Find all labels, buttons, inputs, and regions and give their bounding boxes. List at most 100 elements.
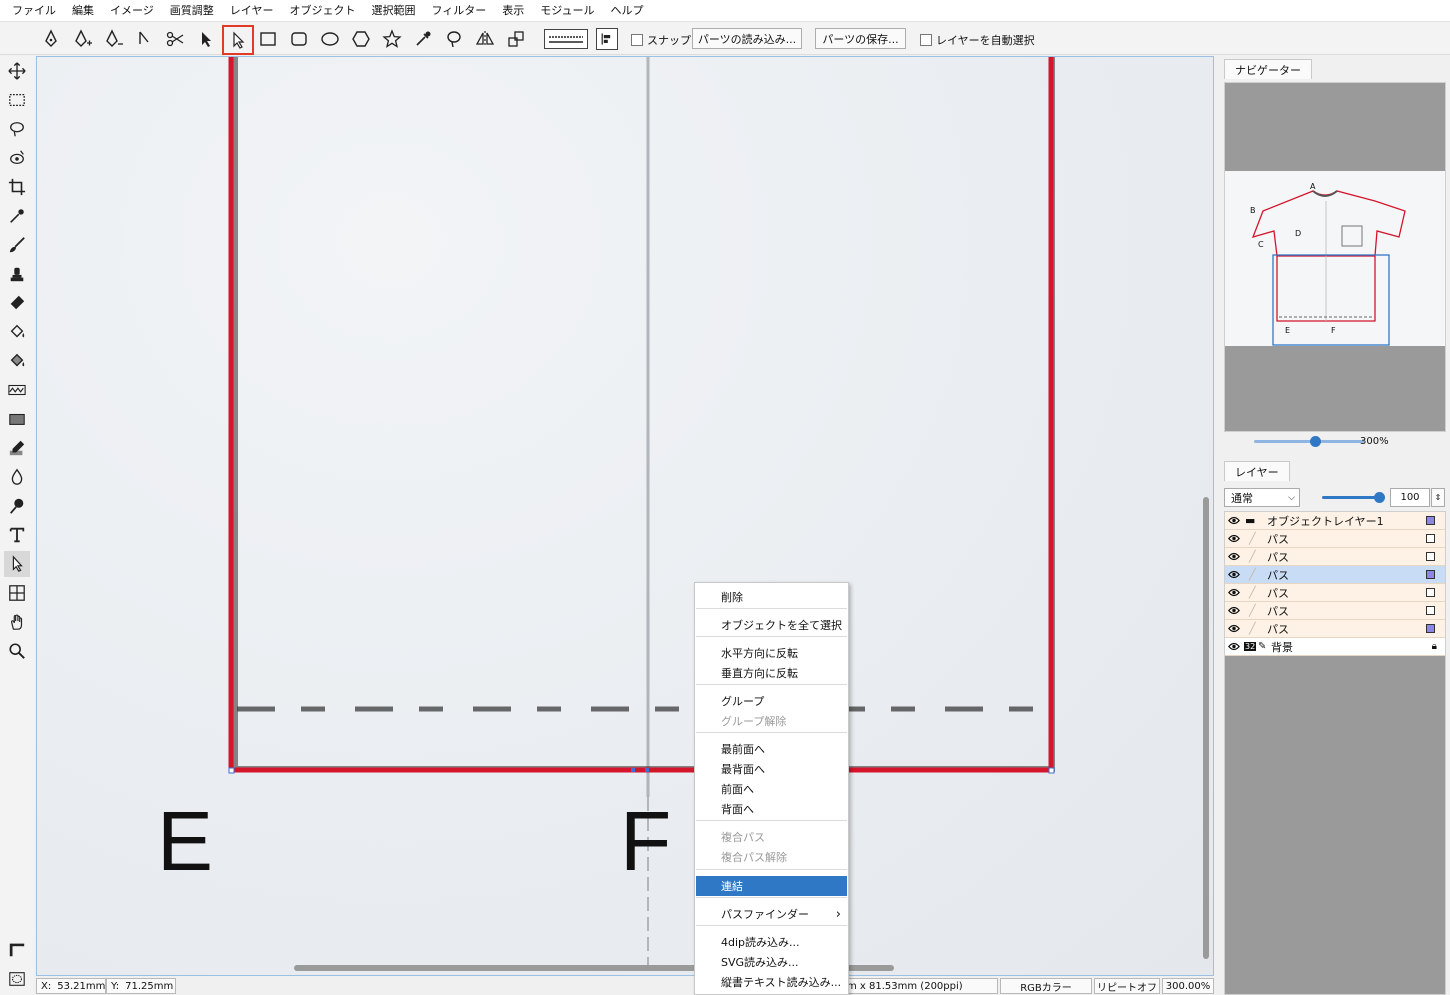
- load-parts-button[interactable]: パーツの読み込み...: [692, 28, 802, 49]
- layer-row-path[interactable]: ╱ パス: [1225, 584, 1445, 602]
- layer-color-swatch[interactable]: [1426, 624, 1435, 633]
- bucket-icon[interactable]: [4, 319, 30, 345]
- layer-row-path[interactable]: ╱ パス: [1225, 566, 1445, 584]
- menu-item-send-backward[interactable]: 背面へ: [696, 799, 847, 819]
- menu-item-join[interactable]: 連結: [696, 876, 847, 896]
- grid-transform-icon[interactable]: [4, 580, 30, 606]
- menu-item-load-4dip[interactable]: 4dip読み込み...: [696, 932, 847, 952]
- menu-selection[interactable]: 選択範囲: [363, 0, 423, 22]
- menu-item-release-compound-path[interactable]: 複合パス解除: [696, 847, 847, 867]
- menu-module[interactable]: モジュール: [532, 0, 602, 22]
- color-mode[interactable]: RGBカラー: [1000, 978, 1092, 994]
- auto-select-layer-checkbox[interactable]: レイヤーを自動選択: [920, 32, 1035, 48]
- tab-navigator[interactable]: ナビゲーター: [1224, 59, 1312, 79]
- layer-row-background[interactable]: 32 ✎ 背景 🔒︎: [1225, 638, 1445, 656]
- eye-icon[interactable]: [1225, 516, 1243, 525]
- eye-icon[interactable]: [1225, 570, 1243, 579]
- nav-zoom-slider-knob[interactable]: [1309, 436, 1321, 447]
- eye-icon[interactable]: [1225, 606, 1243, 615]
- tab-layers[interactable]: レイヤー: [1224, 461, 1290, 481]
- scissors-icon[interactable]: [162, 26, 188, 52]
- layer-row-path[interactable]: ╱ パス: [1225, 530, 1445, 548]
- rect-shape-icon[interactable]: [4, 406, 30, 432]
- menu-item-ungroup[interactable]: グループ解除: [696, 711, 847, 731]
- menu-image[interactable]: イメージ: [102, 0, 162, 22]
- transform-icon[interactable]: [503, 26, 529, 52]
- nav-zoom-slider[interactable]: [1254, 436, 1364, 447]
- navigator-preview[interactable]: A B C D E F: [1224, 82, 1446, 432]
- gradient-bucket-icon[interactable]: [4, 348, 30, 374]
- menu-view[interactable]: 表示: [494, 0, 532, 22]
- zoom-level[interactable]: 300.00%: [1162, 978, 1214, 994]
- rectangle-icon[interactable]: [255, 26, 281, 52]
- repeat-mode[interactable]: リピートオフ: [1094, 978, 1160, 994]
- menu-item-group[interactable]: グループ: [696, 691, 847, 711]
- snap-checkbox[interactable]: スナップ: [631, 32, 691, 48]
- menu-item-compound-path[interactable]: 複合パス: [696, 827, 847, 847]
- marquee-icon[interactable]: [4, 87, 30, 113]
- menu-filter[interactable]: フィルター: [423, 0, 494, 22]
- layer-color-swatch[interactable]: [1426, 606, 1435, 615]
- hand-icon[interactable]: [4, 609, 30, 635]
- wave-icon[interactable]: [4, 377, 30, 403]
- menu-item-load-svg[interactable]: SVG読み込み...: [696, 952, 847, 972]
- lasso-icon[interactable]: [441, 26, 467, 52]
- eye-icon[interactable]: [1225, 624, 1243, 633]
- menu-item-bring-forward[interactable]: 前面へ: [696, 779, 847, 799]
- menu-adjust[interactable]: 画質調整: [162, 0, 222, 22]
- pen-tool-icon[interactable]: [38, 26, 64, 52]
- ruler-icon[interactable]: [4, 936, 30, 962]
- opacity-slider-knob[interactable]: [1374, 492, 1385, 503]
- stroke-style-icon[interactable]: [544, 29, 588, 49]
- menu-item-send-to-back[interactable]: 最背面へ: [696, 759, 847, 779]
- rounded-rectangle-icon[interactable]: [286, 26, 312, 52]
- eyedropper-icon[interactable]: [410, 26, 436, 52]
- canvas[interactable]: E F: [36, 56, 1214, 976]
- quick-mask-icon[interactable]: [4, 966, 30, 992]
- layer-row-object-layer[interactable]: ▬ オブジェクトレイヤー1: [1225, 512, 1445, 530]
- pen-edit-icon[interactable]: [4, 435, 30, 461]
- menu-item-flip-horizontal[interactable]: 水平方向に反転: [696, 643, 847, 663]
- polygon-icon[interactable]: [348, 26, 374, 52]
- zoom-icon[interactable]: [4, 638, 30, 664]
- drop-icon[interactable]: [4, 464, 30, 490]
- layer-row-path[interactable]: ╱ パス: [1225, 548, 1445, 566]
- menu-item-delete[interactable]: 削除: [696, 587, 847, 607]
- selection-arrow-icon[interactable]: [193, 26, 219, 52]
- brush-icon[interactable]: [4, 232, 30, 258]
- dodge-icon[interactable]: [4, 493, 30, 519]
- snap-checkbox-box[interactable]: [631, 34, 643, 46]
- menu-object[interactable]: オブジェクト: [281, 0, 363, 22]
- direct-select-arrow-icon[interactable]: [222, 25, 254, 55]
- menu-file[interactable]: ファイル: [4, 0, 64, 22]
- eraser-icon[interactable]: [4, 290, 30, 316]
- ellipse-icon[interactable]: [317, 26, 343, 52]
- menu-item-select-all-objects[interactable]: オブジェクトを全て選択: [696, 615, 847, 635]
- blend-mode-select[interactable]: 通常 ⌵: [1224, 488, 1300, 507]
- menu-item-bring-to-front[interactable]: 最前面へ: [696, 739, 847, 759]
- menu-help[interactable]: ヘルプ: [602, 0, 651, 22]
- layer-color-swatch[interactable]: [1426, 552, 1435, 561]
- pen-add-tool-icon[interactable]: [69, 26, 95, 52]
- vertical-scrollbar[interactable]: [1203, 497, 1209, 959]
- menu-edit[interactable]: 編集: [64, 0, 102, 22]
- align-icon[interactable]: [596, 28, 618, 50]
- menu-layer[interactable]: レイヤー: [222, 0, 282, 22]
- move-icon[interactable]: [4, 58, 30, 84]
- layer-row-path[interactable]: ╱ パス: [1225, 602, 1445, 620]
- pen-remove-tool-icon[interactable]: [100, 26, 126, 52]
- eye-icon[interactable]: [1225, 552, 1243, 561]
- text-tool-icon[interactable]: [4, 522, 30, 548]
- layer-color-swatch[interactable]: [1426, 516, 1435, 525]
- flip-horizontal-icon[interactable]: [472, 26, 498, 52]
- eye-icon[interactable]: [1225, 534, 1243, 543]
- eyedropper-tool-icon[interactable]: [4, 203, 30, 229]
- auto-select-layer-box[interactable]: [920, 34, 932, 46]
- eye-icon[interactable]: [1225, 588, 1243, 597]
- opacity-stepper[interactable]: ⇕: [1431, 488, 1445, 507]
- opacity-slider[interactable]: [1322, 492, 1385, 503]
- menu-item-load-vertical-text[interactable]: 縦書テキスト読み込み...: [696, 972, 847, 992]
- layer-color-swatch[interactable]: [1426, 570, 1435, 579]
- layer-row-path[interactable]: ╱ パス: [1225, 620, 1445, 638]
- magic-select-icon[interactable]: [4, 145, 30, 171]
